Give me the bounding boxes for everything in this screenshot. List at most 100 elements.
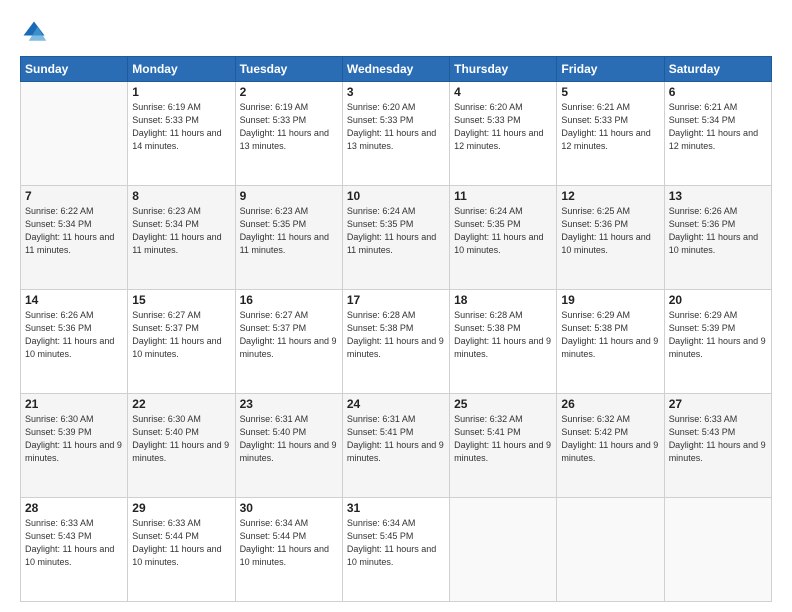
calendar-cell xyxy=(557,498,664,602)
calendar-cell: 4 Sunrise: 6:20 AMSunset: 5:33 PMDaylight… xyxy=(450,82,557,186)
day-number: 17 xyxy=(347,293,445,307)
day-info: Sunrise: 6:21 AMSunset: 5:33 PMDaylight:… xyxy=(561,101,659,153)
day-number: 21 xyxy=(25,397,123,411)
logo xyxy=(20,18,52,46)
day-number: 16 xyxy=(240,293,338,307)
header xyxy=(20,18,772,46)
calendar-cell: 14 Sunrise: 6:26 AMSunset: 5:36 PMDayligh… xyxy=(21,290,128,394)
calendar-cell: 13 Sunrise: 6:26 AMSunset: 5:36 PMDayligh… xyxy=(664,186,771,290)
day-number: 28 xyxy=(25,501,123,515)
day-number: 29 xyxy=(132,501,230,515)
day-number: 14 xyxy=(25,293,123,307)
day-info: Sunrise: 6:24 AMSunset: 5:35 PMDaylight:… xyxy=(454,205,552,257)
calendar-cell: 25 Sunrise: 6:32 AMSunset: 5:41 PMDayligh… xyxy=(450,394,557,498)
calendar-cell xyxy=(21,82,128,186)
day-info: Sunrise: 6:22 AMSunset: 5:34 PMDaylight:… xyxy=(25,205,123,257)
calendar-cell: 16 Sunrise: 6:27 AMSunset: 5:37 PMDayligh… xyxy=(235,290,342,394)
day-number: 20 xyxy=(669,293,767,307)
calendar-cell: 15 Sunrise: 6:27 AMSunset: 5:37 PMDayligh… xyxy=(128,290,235,394)
calendar-cell: 24 Sunrise: 6:31 AMSunset: 5:41 PMDayligh… xyxy=(342,394,449,498)
calendar-cell: 7 Sunrise: 6:22 AMSunset: 5:34 PMDaylight… xyxy=(21,186,128,290)
day-info: Sunrise: 6:25 AMSunset: 5:36 PMDaylight:… xyxy=(561,205,659,257)
day-number: 5 xyxy=(561,85,659,99)
page: SundayMondayTuesdayWednesdayThursdayFrid… xyxy=(0,0,792,612)
day-number: 30 xyxy=(240,501,338,515)
day-number: 6 xyxy=(669,85,767,99)
calendar-cell xyxy=(450,498,557,602)
day-number: 13 xyxy=(669,189,767,203)
day-info: Sunrise: 6:33 AMSunset: 5:44 PMDaylight:… xyxy=(132,517,230,569)
day-number: 22 xyxy=(132,397,230,411)
day-info: Sunrise: 6:34 AMSunset: 5:44 PMDaylight:… xyxy=(240,517,338,569)
calendar-header-tuesday: Tuesday xyxy=(235,57,342,82)
day-number: 25 xyxy=(454,397,552,411)
day-number: 15 xyxy=(132,293,230,307)
day-info: Sunrise: 6:30 AMSunset: 5:39 PMDaylight:… xyxy=(25,413,123,465)
calendar-header-monday: Monday xyxy=(128,57,235,82)
day-info: Sunrise: 6:27 AMSunset: 5:37 PMDaylight:… xyxy=(132,309,230,361)
calendar-cell: 30 Sunrise: 6:34 AMSunset: 5:44 PMDayligh… xyxy=(235,498,342,602)
calendar-cell: 26 Sunrise: 6:32 AMSunset: 5:42 PMDayligh… xyxy=(557,394,664,498)
calendar-cell: 22 Sunrise: 6:30 AMSunset: 5:40 PMDayligh… xyxy=(128,394,235,498)
day-number: 11 xyxy=(454,189,552,203)
calendar-cell: 2 Sunrise: 6:19 AMSunset: 5:33 PMDaylight… xyxy=(235,82,342,186)
calendar-table: SundayMondayTuesdayWednesdayThursdayFrid… xyxy=(20,56,772,602)
day-number: 1 xyxy=(132,85,230,99)
day-number: 31 xyxy=(347,501,445,515)
day-info: Sunrise: 6:21 AMSunset: 5:34 PMDaylight:… xyxy=(669,101,767,153)
calendar-cell: 29 Sunrise: 6:33 AMSunset: 5:44 PMDayligh… xyxy=(128,498,235,602)
day-info: Sunrise: 6:32 AMSunset: 5:42 PMDaylight:… xyxy=(561,413,659,465)
calendar-cell: 1 Sunrise: 6:19 AMSunset: 5:33 PMDaylight… xyxy=(128,82,235,186)
day-info: Sunrise: 6:19 AMSunset: 5:33 PMDaylight:… xyxy=(240,101,338,153)
calendar-cell: 5 Sunrise: 6:21 AMSunset: 5:33 PMDaylight… xyxy=(557,82,664,186)
calendar-header-thursday: Thursday xyxy=(450,57,557,82)
day-info: Sunrise: 6:19 AMSunset: 5:33 PMDaylight:… xyxy=(132,101,230,153)
day-number: 24 xyxy=(347,397,445,411)
calendar-cell: 8 Sunrise: 6:23 AMSunset: 5:34 PMDaylight… xyxy=(128,186,235,290)
calendar-cell: 21 Sunrise: 6:30 AMSunset: 5:39 PMDayligh… xyxy=(21,394,128,498)
day-number: 18 xyxy=(454,293,552,307)
day-info: Sunrise: 6:31 AMSunset: 5:41 PMDaylight:… xyxy=(347,413,445,465)
calendar-cell: 6 Sunrise: 6:21 AMSunset: 5:34 PMDaylight… xyxy=(664,82,771,186)
day-number: 9 xyxy=(240,189,338,203)
calendar-cell: 3Sunrise: 6:20 AMSunset: 5:33 PMDaylight… xyxy=(342,82,449,186)
calendar-cell: 11 Sunrise: 6:24 AMSunset: 5:35 PMDayligh… xyxy=(450,186,557,290)
calendar-cell: 18 Sunrise: 6:28 AMSunset: 5:38 PMDayligh… xyxy=(450,290,557,394)
calendar-cell: 12 Sunrise: 6:25 AMSunset: 5:36 PMDayligh… xyxy=(557,186,664,290)
day-info: Sunrise: 6:31 AMSunset: 5:40 PMDaylight:… xyxy=(240,413,338,465)
day-number: 10 xyxy=(347,189,445,203)
day-info: Sunrise: 6:20 AMSunset: 5:33 PMDaylight:… xyxy=(347,101,445,153)
day-info: Sunrise: 6:20 AMSunset: 5:33 PMDaylight:… xyxy=(454,101,552,153)
calendar-cell: 31 Sunrise: 6:34 AMSunset: 5:45 PMDayligh… xyxy=(342,498,449,602)
calendar-cell: 20 Sunrise: 6:29 AMSunset: 5:39 PMDayligh… xyxy=(664,290,771,394)
day-info: Sunrise: 6:28 AMSunset: 5:38 PMDaylight:… xyxy=(454,309,552,361)
day-info: Sunrise: 6:29 AMSunset: 5:39 PMDaylight:… xyxy=(669,309,767,361)
calendar-cell: 17 Sunrise: 6:28 AMSunset: 5:38 PMDayligh… xyxy=(342,290,449,394)
day-info: Sunrise: 6:23 AMSunset: 5:35 PMDaylight:… xyxy=(240,205,338,257)
day-number: 12 xyxy=(561,189,659,203)
day-info: Sunrise: 6:26 AMSunset: 5:36 PMDaylight:… xyxy=(669,205,767,257)
calendar-cell: 28Sunrise: 6:33 AMSunset: 5:43 PMDayligh… xyxy=(21,498,128,602)
day-info: Sunrise: 6:28 AMSunset: 5:38 PMDaylight:… xyxy=(347,309,445,361)
day-number: 4 xyxy=(454,85,552,99)
day-info: Sunrise: 6:24 AMSunset: 5:35 PMDaylight:… xyxy=(347,205,445,257)
day-info: Sunrise: 6:27 AMSunset: 5:37 PMDaylight:… xyxy=(240,309,338,361)
day-number: 7 xyxy=(25,189,123,203)
day-number: 8 xyxy=(132,189,230,203)
day-info: Sunrise: 6:30 AMSunset: 5:40 PMDaylight:… xyxy=(132,413,230,465)
day-info: Sunrise: 6:34 AMSunset: 5:45 PMDaylight:… xyxy=(347,517,445,569)
day-info: Sunrise: 6:23 AMSunset: 5:34 PMDaylight:… xyxy=(132,205,230,257)
calendar-header-wednesday: Wednesday xyxy=(342,57,449,82)
calendar-cell: 9 Sunrise: 6:23 AMSunset: 5:35 PMDaylight… xyxy=(235,186,342,290)
day-number: 26 xyxy=(561,397,659,411)
day-info: Sunrise: 6:26 AMSunset: 5:36 PMDaylight:… xyxy=(25,309,123,361)
day-info: Sunrise: 6:32 AMSunset: 5:41 PMDaylight:… xyxy=(454,413,552,465)
calendar-cell: 10 Sunrise: 6:24 AMSunset: 5:35 PMDayligh… xyxy=(342,186,449,290)
day-info: Sunrise: 6:33 AMSunset: 5:43 PMDaylight:… xyxy=(669,413,767,465)
calendar-cell: 23 Sunrise: 6:31 AMSunset: 5:40 PMDayligh… xyxy=(235,394,342,498)
calendar-header-sunday: Sunday xyxy=(21,57,128,82)
day-number: 2 xyxy=(240,85,338,99)
day-info: Sunrise: 6:29 AMSunset: 5:38 PMDaylight:… xyxy=(561,309,659,361)
day-number: 27 xyxy=(669,397,767,411)
day-number: 23 xyxy=(240,397,338,411)
